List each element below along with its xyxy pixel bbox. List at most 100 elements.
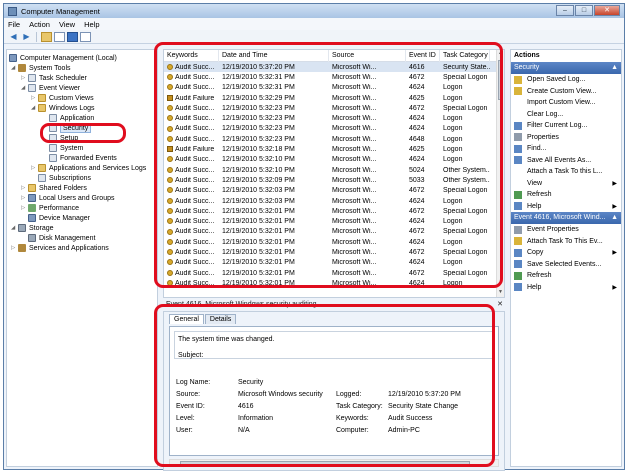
tree-item-event-viewer[interactable]: ◢ Event Viewer bbox=[21, 83, 80, 93]
tree-item-shared-folders[interactable]: ▷ Shared Folders bbox=[21, 183, 87, 193]
action-item[interactable]: Attach Task To This Ev... bbox=[511, 236, 621, 248]
action-item[interactable]: Create Custom View... bbox=[511, 86, 621, 98]
tree-item-device-manager[interactable]: Device Manager bbox=[28, 213, 90, 223]
table-row[interactable]: Audit Succ... 12/19/2010 5:32:01 PM Micros… bbox=[164, 206, 504, 216]
table-row[interactable]: Audit Succ... 12/19/2010 5:32:01 PM Micros… bbox=[164, 258, 504, 268]
tree-item-application[interactable]: Application bbox=[49, 113, 94, 123]
forward-arrow-icon[interactable]: ▶ bbox=[21, 32, 32, 42]
minimize-button[interactable]: – bbox=[556, 5, 574, 16]
column-keywords[interactable]: Keywords bbox=[164, 50, 219, 62]
action-item[interactable]: Clear Log... bbox=[511, 109, 621, 121]
details-horizontal-scrollbar[interactable] bbox=[169, 459, 499, 467]
action-item[interactable]: Save All Events As... bbox=[511, 155, 621, 167]
scroll-up-icon[interactable]: ▲ bbox=[497, 50, 504, 58]
collapse-arrow-icon[interactable]: ▲ bbox=[611, 212, 618, 224]
tree-item-system-tools[interactable]: ◢ System Tools bbox=[11, 63, 71, 73]
menu-view[interactable]: View bbox=[59, 20, 75, 29]
column-date-time[interactable]: Date and Time bbox=[219, 50, 329, 62]
table-row[interactable]: Audit Succ... 12/19/2010 5:32:09 PM Micros… bbox=[164, 175, 504, 185]
tree-item-setup[interactable]: Setup bbox=[49, 133, 78, 143]
tab-general[interactable]: General bbox=[169, 314, 204, 324]
expand-arrow-icon[interactable]: ◢ bbox=[21, 85, 27, 91]
up-folder-icon[interactable] bbox=[41, 31, 52, 42]
table-scrollbar[interactable]: ▲ ▼ bbox=[496, 50, 504, 297]
tree-item-local-users-groups[interactable]: ▷ Local Users and Groups bbox=[21, 193, 114, 203]
table-row[interactable]: Audit Succ... 12/19/2010 5:32:31 PM Micros… bbox=[164, 83, 504, 93]
table-row[interactable]: Audit Succ... 12/19/2010 5:32:01 PM Micros… bbox=[164, 247, 504, 257]
show-hide-action-pane-icon[interactable] bbox=[80, 31, 91, 42]
action-item[interactable]: Import Custom View... bbox=[511, 97, 621, 109]
tree-item-system[interactable]: System bbox=[49, 143, 83, 153]
table-row[interactable]: Audit Failure 12/19/2010 5:32:18 PM Micros… bbox=[164, 144, 504, 154]
tree-item-performance[interactable]: ▷ Performance bbox=[21, 203, 79, 213]
table-row[interactable]: Audit Succ... 12/19/2010 5:32:23 PM Micros… bbox=[164, 124, 504, 134]
table-row[interactable]: Audit Succ... 12/19/2010 5:32:01 PM Micros… bbox=[164, 268, 504, 278]
expand-arrow-icon[interactable]: ◢ bbox=[11, 225, 17, 231]
column-task-category[interactable]: Task Category bbox=[440, 50, 490, 62]
collapse-arrow-icon[interactable]: ▷ bbox=[31, 95, 37, 101]
action-item[interactable]: Open Saved Log... bbox=[511, 74, 621, 86]
show-hide-tree-icon[interactable] bbox=[54, 31, 65, 42]
actions-section-security[interactable]: Security ▲ bbox=[511, 62, 621, 74]
collapse-arrow-icon[interactable]: ▷ bbox=[11, 245, 17, 251]
collapse-arrow-icon[interactable]: ▷ bbox=[21, 185, 27, 191]
tree-item-task-scheduler[interactable]: ▷ Task Scheduler bbox=[21, 73, 87, 83]
tree-item-security[interactable]: Security bbox=[49, 123, 92, 133]
close-icon[interactable]: ✕ bbox=[497, 300, 503, 310]
table-row[interactable]: Audit Succ... 12/19/2010 5:32:23 PM Micros… bbox=[164, 134, 504, 144]
tab-details[interactable]: Details bbox=[204, 314, 237, 324]
menu-help[interactable]: Help bbox=[84, 20, 99, 29]
back-arrow-icon[interactable]: ◀ bbox=[8, 32, 19, 42]
tree-item-services-applications[interactable]: ▷ Services and Applications bbox=[11, 243, 109, 253]
action-item[interactable]: Refresh bbox=[511, 189, 621, 201]
collapse-arrow-icon[interactable]: ▷ bbox=[21, 195, 27, 201]
scroll-thumb[interactable] bbox=[180, 461, 470, 466]
tree-item-forwarded-events[interactable]: Forwarded Events bbox=[49, 153, 117, 163]
expand-arrow-icon[interactable]: ◢ bbox=[11, 65, 17, 71]
tree-item-windows-logs[interactable]: ◢ Windows Logs bbox=[31, 103, 95, 113]
collapse-arrow-icon[interactable]: ▲ bbox=[611, 62, 618, 74]
collapse-arrow-icon[interactable]: ▷ bbox=[21, 205, 27, 211]
tree-item-apps-services-logs[interactable]: ▷ Applications and Services Logs bbox=[31, 163, 146, 173]
column-event-id[interactable]: Event ID bbox=[406, 50, 440, 62]
table-row[interactable]: Audit Succ... 12/19/2010 5:32:01 PM Micros… bbox=[164, 237, 504, 247]
action-item[interactable]: View ▶ bbox=[511, 178, 621, 190]
table-row[interactable]: Audit Succ... 12/19/2010 5:32:03 PM Micros… bbox=[164, 186, 504, 196]
help-icon[interactable] bbox=[67, 31, 78, 42]
action-item[interactable]: Help ▶ bbox=[511, 282, 621, 294]
scroll-down-icon[interactable]: ▼ bbox=[497, 289, 504, 297]
action-item[interactable]: Help ▶ bbox=[511, 201, 621, 213]
table-row[interactable]: Audit Succ... 12/19/2010 5:32:23 PM Micros… bbox=[164, 103, 504, 113]
menu-file[interactable]: File bbox=[8, 20, 20, 29]
table-row[interactable]: Audit Succ... 12/19/2010 5:37:20 PM Micros… bbox=[164, 62, 504, 73]
table-row[interactable]: Audit Succ... 12/19/2010 5:32:01 PM Micros… bbox=[164, 278, 504, 288]
tree-item-root[interactable]: Computer Management (Local) bbox=[9, 53, 117, 63]
collapse-arrow-icon[interactable]: ▷ bbox=[31, 165, 37, 171]
table-row[interactable]: Audit Succ... 12/19/2010 5:32:01 PM Micros… bbox=[164, 216, 504, 226]
table-row[interactable]: Audit Failure 12/19/2010 5:32:29 PM Micros… bbox=[164, 93, 504, 103]
close-button[interactable]: ✕ bbox=[594, 5, 620, 16]
action-item[interactable]: Properties bbox=[511, 132, 621, 144]
table-row[interactable]: Audit Succ... 12/19/2010 5:32:03 PM Micros… bbox=[164, 196, 504, 206]
maximize-button[interactable]: □ bbox=[575, 5, 593, 16]
scroll-thumb[interactable] bbox=[498, 60, 503, 100]
table-row[interactable]: Audit Succ... 12/19/2010 5:32:31 PM Micros… bbox=[164, 72, 504, 82]
collapse-arrow-icon[interactable]: ▷ bbox=[21, 75, 27, 81]
menu-action[interactable]: Action bbox=[29, 20, 50, 29]
tree-item-subscriptions[interactable]: Subscriptions bbox=[38, 173, 91, 183]
action-item[interactable]: Save Selected Events... bbox=[511, 259, 621, 271]
table-row[interactable]: Audit Succ... 12/19/2010 5:32:23 PM Micros… bbox=[164, 113, 504, 123]
table-row[interactable]: Audit Succ... 12/19/2010 5:32:10 PM Micros… bbox=[164, 165, 504, 175]
action-item[interactable]: Copy ▶ bbox=[511, 247, 621, 259]
action-item[interactable]: Refresh bbox=[511, 270, 621, 282]
action-item[interactable]: Filter Current Log... bbox=[511, 120, 621, 132]
tree-item-disk-management[interactable]: Disk Management bbox=[28, 233, 95, 243]
action-item[interactable]: Event Properties bbox=[511, 224, 621, 236]
action-item[interactable]: Find... bbox=[511, 143, 621, 155]
column-source[interactable]: Source bbox=[329, 50, 406, 62]
table-row[interactable]: Audit Succ... 12/19/2010 5:32:01 PM Micros… bbox=[164, 227, 504, 237]
tree-item-custom-views[interactable]: ▷ Custom Views bbox=[31, 93, 94, 103]
table-row[interactable]: Audit Succ... 12/19/2010 5:32:10 PM Micros… bbox=[164, 155, 504, 165]
tree-item-storage[interactable]: ◢ Storage bbox=[11, 223, 54, 233]
actions-section-event[interactable]: Event 4616, Microsoft Wind... ▲ bbox=[511, 212, 621, 224]
